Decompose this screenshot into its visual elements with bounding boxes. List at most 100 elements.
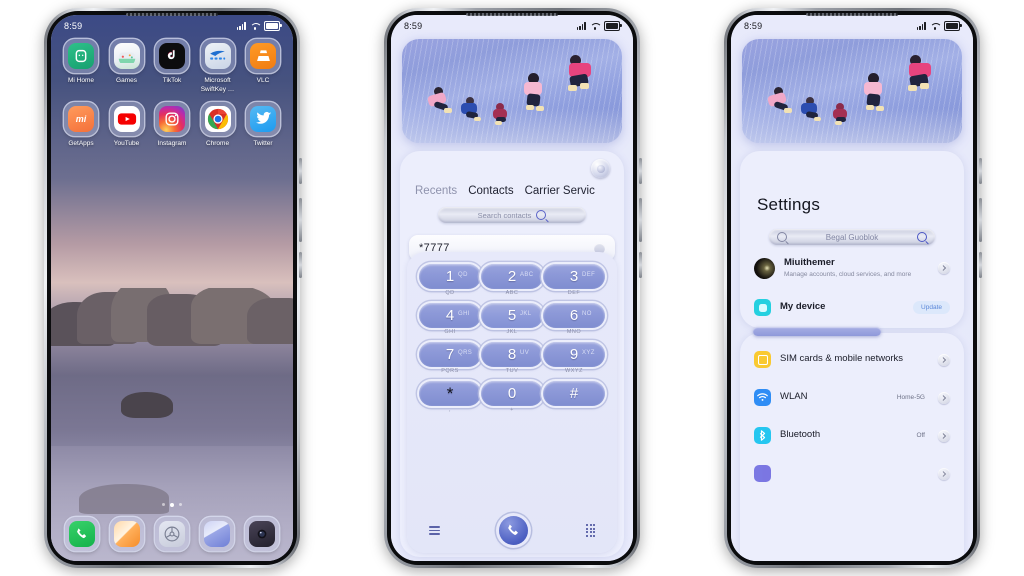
settings-item-sim-cards[interactable]: SIM cards & mobile networks (740, 351, 964, 368)
key-9[interactable]: 9 XYZ WXYZ (543, 342, 605, 374)
dock-phone-icon[interactable] (64, 517, 99, 551)
app-youtube[interactable]: YouTube (105, 101, 149, 149)
app-games[interactable]: Games (105, 39, 149, 95)
settings-item-partial[interactable] (740, 465, 964, 482)
key-0[interactable]: 0 + (481, 381, 543, 413)
keypad-row: 7 QRS PQRS 8 UV TUV 9 XYZ WXYZ (419, 342, 605, 374)
app-label: Chrome (205, 139, 230, 147)
status-bar: 8:59 (731, 15, 973, 37)
dock-camera-icon[interactable] (245, 517, 280, 551)
keypad-icon[interactable] (586, 524, 595, 537)
settings-item-label (780, 467, 929, 479)
battery-icon (264, 21, 282, 31)
chevron-right-icon[interactable] (938, 262, 950, 275)
dock-browser-icon[interactable] (154, 517, 189, 551)
key-letters: GHI (458, 311, 470, 317)
swiftkey-icon (200, 39, 235, 73)
hero-illustration (742, 39, 962, 143)
app-label: Mi Home (67, 77, 94, 84)
app-twitter[interactable]: Twitter (241, 101, 285, 149)
settings-item-wlan[interactable]: WLAN Home-5G (740, 389, 964, 406)
tab-carrier-services[interactable]: Carrier Servic (525, 185, 595, 197)
volume-down-button[interactable] (639, 198, 642, 242)
key-7[interactable]: 7 QRS PQRS (419, 342, 481, 374)
account-subtitle: Manage accounts, cloud services, and mor… (784, 271, 912, 279)
app-row: Mi Home Games TikTok Microsoft SwiftKey … (59, 39, 285, 95)
app-microsoft-swiftkey[interactable]: Microsoft SwiftKey … (196, 39, 240, 95)
page-dot-active[interactable] (170, 503, 174, 507)
dialer-bottom-bar (407, 516, 617, 545)
key-digit: 7 (445, 346, 455, 363)
menu-icon[interactable] (429, 526, 440, 535)
app-vlc[interactable]: VLC (241, 39, 285, 95)
page-dot[interactable] (179, 503, 182, 506)
chevron-right-icon[interactable] (938, 391, 950, 404)
dock (51, 517, 293, 551)
app-getapps[interactable]: mi GetApps (59, 101, 103, 149)
account-avatar-icon[interactable] (591, 159, 610, 178)
wifi-icon (930, 22, 940, 30)
bluetooth-icon (754, 427, 771, 444)
power-button[interactable] (299, 252, 302, 278)
kid-figure (860, 73, 890, 117)
phone-2-screen: 8:59 Recents Contacts Carrier Servic Sea… (391, 15, 633, 561)
tab-recents[interactable]: Recents (415, 185, 457, 197)
kid-figure (490, 103, 512, 129)
update-badge[interactable]: Update (913, 301, 950, 314)
settings-search-input[interactable]: Begal Guoblok (769, 229, 935, 245)
power-button[interactable] (979, 252, 982, 278)
chevron-right-icon[interactable] (938, 467, 950, 480)
key-digit: * (446, 384, 454, 403)
page-dot[interactable] (162, 503, 165, 506)
key-8[interactable]: 8 UV TUV (481, 342, 543, 374)
app-mi-home[interactable]: Mi Home (59, 39, 103, 95)
dial-keypad: 1 QD QD 2 ABC ABC 3 DEF DEF 4 GHI GHI 5 JKL JKL 6N… (407, 252, 617, 553)
volume-up-button[interactable] (979, 158, 982, 184)
volume-down-button[interactable] (299, 198, 302, 242)
key-6[interactable]: 6 NO MNO (543, 303, 605, 335)
games-icon (109, 39, 144, 73)
search-contacts-input[interactable]: Search contacts (438, 207, 586, 223)
kid-figure (798, 97, 824, 127)
settings-item-bluetooth[interactable]: Bluetooth Off (740, 427, 964, 444)
key-letters: UV (520, 350, 530, 356)
key-5[interactable]: 5 JKL JKL (481, 303, 543, 335)
home-wallpaper: 8:59 Mi Home Games TikTok Microsoft Swif… (51, 15, 293, 561)
app-chrome[interactable]: Chrome (196, 101, 240, 149)
tab-contacts[interactable]: Contacts (468, 185, 513, 197)
key-star[interactable]: *, (419, 381, 481, 413)
wifi-icon (250, 22, 260, 30)
chevron-right-icon[interactable] (938, 353, 950, 366)
power-button[interactable] (639, 252, 642, 278)
dock-messages-icon[interactable] (109, 517, 144, 551)
call-icon[interactable] (498, 516, 528, 545)
signal-bars-icon (236, 22, 246, 30)
app-instagram[interactable]: Instagram (150, 101, 194, 149)
chevron-right-icon[interactable] (938, 429, 950, 442)
settings-item-my-device[interactable]: My device Update (740, 299, 964, 316)
volume-down-button[interactable] (979, 198, 982, 242)
key-3[interactable]: 3 DEF DEF (543, 264, 605, 296)
app-label: Games (116, 77, 137, 84)
key-4[interactable]: 4 GHI GHI (419, 303, 481, 335)
status-icons (236, 21, 282, 31)
key-sublabel: QD (445, 290, 455, 296)
key-digit: 0 (507, 385, 517, 402)
account-row[interactable]: Miuithemer Manage accounts, cloud servic… (740, 257, 964, 280)
key-digit: 4 (445, 307, 455, 324)
search-submit-icon[interactable] (917, 232, 927, 242)
app-tiktok[interactable]: TikTok (150, 39, 194, 95)
key-1[interactable]: 1 QD QD (419, 264, 481, 296)
key-2[interactable]: 2 ABC ABC (481, 264, 543, 296)
app-grid: Mi Home Games TikTok Microsoft SwiftKey … (51, 39, 293, 155)
key-sublabel: WXYZ (565, 368, 583, 374)
scroll-indicator[interactable] (753, 327, 881, 336)
status-clock: 8:59 (404, 21, 423, 31)
key-letters: XYZ (582, 350, 595, 356)
key-hash[interactable]: # (543, 381, 605, 413)
volume-up-button[interactable] (639, 158, 642, 184)
volume-up-button[interactable] (299, 158, 302, 184)
key-sublabel: TUV (505, 368, 519, 374)
dock-gallery-icon[interactable] (200, 517, 235, 551)
key-digit: 9 (569, 346, 579, 363)
